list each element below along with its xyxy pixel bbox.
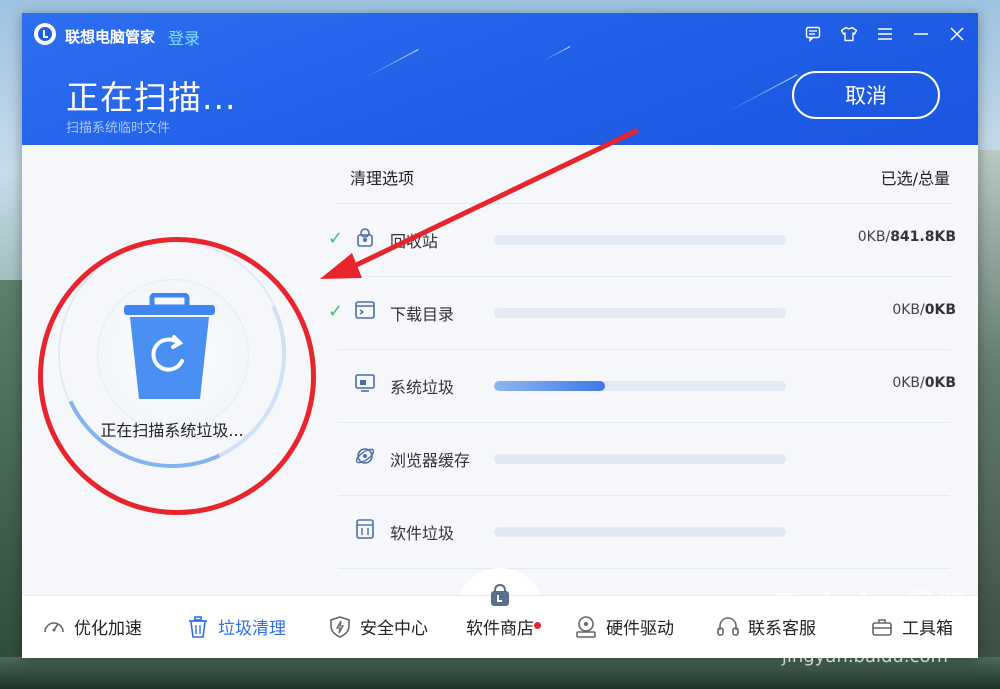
watermark-brand: Bai du 经验	[774, 588, 970, 623]
download-folder-icon	[355, 301, 375, 319]
shield-icon	[330, 615, 350, 638]
trash-icon	[189, 615, 207, 638]
nav-label: 安全中心	[360, 619, 428, 639]
nav-label: 软件商店	[466, 619, 534, 639]
app-window: 联想电脑管家 登录 正在扫描... 扫描系统临时文件 取消 正在扫描系统垃圾..…	[22, 13, 978, 658]
nav-security[interactable]: 安全中心	[328, 614, 428, 639]
system-junk-icon	[355, 374, 375, 392]
check-icon: ✓	[328, 301, 344, 322]
list-row-recycle-bin[interactable]: ✓ 回收站 0KB/841.8KB	[328, 204, 956, 277]
annotation-red-circle	[24, 223, 330, 529]
list-row-software-junk[interactable]: 软件垃圾	[338, 496, 950, 569]
progress-bar	[494, 381, 786, 391]
watermark-url: jingyan.baidu.com	[781, 646, 948, 667]
list-row-label: 系统垃圾	[390, 378, 455, 397]
list-row-label: 浏览器缓存	[390, 451, 471, 470]
nav-label: 优化加速	[74, 619, 142, 639]
headset-icon	[717, 616, 739, 636]
close-icon[interactable]	[946, 23, 968, 45]
progress-bar	[494, 235, 786, 245]
progress-bar	[494, 527, 786, 537]
nav-label: 硬件驱动	[606, 619, 674, 639]
login-link[interactable]: 登录	[168, 25, 200, 49]
check-icon: ✓	[328, 228, 344, 249]
list-header-options: 清理选项	[350, 169, 415, 188]
nav-junk-clean[interactable]: 垃圾清理	[186, 614, 286, 639]
scan-subtitle: 扫描系统临时文件	[66, 121, 171, 136]
speedometer-icon	[44, 621, 64, 632]
nav-hardware-driver[interactable]: 硬件驱动	[574, 614, 674, 639]
scan-title: 正在扫描...	[66, 78, 237, 117]
progress-bar	[494, 454, 786, 464]
list-row-system-junk[interactable]: 系统垃圾 0KB/0KB	[338, 350, 956, 423]
list-row-label: 软件垃圾	[390, 524, 455, 543]
list-header-size: 已选/总量	[880, 169, 950, 188]
cancel-button[interactable]: 取消	[792, 71, 940, 119]
browser-cache-icon	[355, 448, 375, 464]
menu-icon[interactable]	[874, 23, 896, 45]
app-title: 联想电脑管家	[65, 28, 156, 46]
list-row-label: 下载目录	[390, 305, 455, 324]
hardware-disk-icon	[576, 615, 596, 638]
nav-optimize[interactable]: 优化加速	[42, 614, 142, 639]
background-scenery-left	[0, 280, 22, 689]
notification-dot	[534, 622, 541, 629]
list-row-download-folder[interactable]: ✓ 下载目录 0KB/0KB	[328, 277, 956, 350]
window-controls	[802, 23, 968, 45]
background-scenery-right	[978, 150, 1000, 689]
feedback-icon[interactable]	[802, 23, 824, 45]
list-row-label: 回收站	[390, 232, 439, 251]
recycle-bin-icon	[357, 228, 373, 247]
list-row-size: 0KB/841.8KB	[857, 229, 956, 245]
list-row-size: 0KB/0KB	[892, 302, 956, 318]
nav-label: 垃圾清理	[218, 619, 286, 639]
header-banner: 联想电脑管家 登录 正在扫描... 扫描系统临时文件 取消	[22, 13, 978, 145]
skin-icon[interactable]	[838, 23, 860, 45]
list-row-browser-cache[interactable]: 浏览器缓存	[338, 423, 950, 496]
nav-software-store[interactable]: 软件商店	[466, 583, 534, 639]
app-logo-icon	[34, 23, 56, 45]
progress-bar	[494, 308, 786, 318]
minimize-icon[interactable]	[910, 23, 932, 45]
list-row-size: 0KB/0KB	[892, 375, 956, 391]
list-header: 清理选项 已选/总量	[338, 163, 950, 204]
store-bag-icon	[491, 583, 509, 606]
software-junk-icon	[356, 519, 374, 539]
